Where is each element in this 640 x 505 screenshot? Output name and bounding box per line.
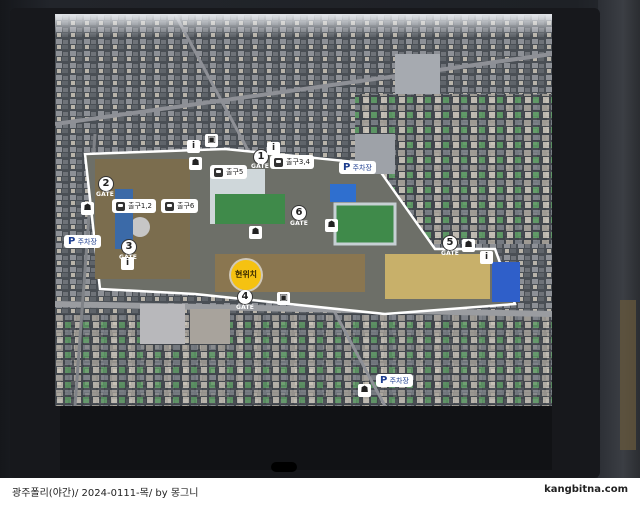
info-icon: i (187, 140, 200, 153)
exit-6-label: 출구6 (177, 202, 195, 210)
caption-text: 광주폴리(야간)/ 2024-0111-목/ by 몽그니 (12, 488, 199, 499)
map-screen: 1 GATE 2 GATE 3 GATE 4 GATE 5 GATE 6 GAT… (55, 14, 552, 406)
toilet-icon: ☗ (462, 239, 475, 252)
wall-strip (620, 300, 636, 450)
kiosk-bottom-panel (60, 406, 552, 470)
toilet-icon: ☗ (81, 202, 94, 215)
sports-field (385, 254, 490, 299)
toilet-icon: ☗ (249, 226, 262, 239)
toilet-icon: ☗ (358, 384, 371, 397)
gate-4-marker: 4 (237, 289, 253, 305)
gate-1-label: GATE (251, 163, 270, 170)
parking-label-top: 주차장 (352, 164, 372, 172)
parking-sign-bottom: P 주차장 (376, 374, 413, 387)
gate-4-label: GATE (236, 304, 255, 311)
parking-icon: P (68, 236, 76, 247)
building-green-roof (215, 194, 285, 224)
info-icon: i (267, 142, 280, 155)
building-south (190, 309, 230, 344)
info-icon: i (121, 257, 134, 270)
caption-bar: 광주폴리(야간)/ 2024-0111-목/ by 몽그니 kangbitna.… (0, 478, 640, 505)
parking-icon: P (380, 375, 388, 386)
parking-icon: P (343, 162, 351, 173)
bus-icon (274, 157, 283, 167)
building-sw (140, 304, 185, 344)
building-east-garden (333, 202, 397, 246)
gate-2-label: GATE (96, 191, 115, 198)
tower-north (395, 54, 440, 94)
exit-5-label: 출구5 (226, 168, 244, 176)
toilet-icon: ☗ (189, 157, 202, 170)
bus-icon (116, 201, 125, 211)
screen-glare (55, 14, 552, 36)
gate-5-marker: 5 (442, 235, 458, 251)
bus-icon (214, 167, 223, 177)
exit-12-label: 출구1,2 (128, 202, 153, 210)
gate-2-marker: 2 (98, 176, 114, 192)
solar-panel (492, 262, 520, 302)
parking-sign-left: P 주차장 (64, 235, 101, 248)
gate-6-label: GATE (290, 220, 309, 227)
pool-building (330, 184, 356, 202)
parking-label-bottom: 주차장 (389, 377, 409, 385)
exit-5-sign: 출구5 (210, 165, 248, 179)
bus-icon (165, 201, 174, 211)
exit-34-label: 출구3,4 (286, 158, 311, 166)
gate-6-marker: 6 (291, 205, 307, 221)
parking-label-left: 주차장 (77, 238, 97, 246)
right-wall (598, 0, 640, 478)
photo: 1 GATE 2 GATE 3 GATE 4 GATE 5 GATE 6 GAT… (0, 0, 640, 478)
gate-5-label: GATE (441, 250, 460, 257)
bus-icon: ▣ (205, 134, 218, 147)
caption-site: kangbitna.com (544, 484, 628, 495)
city-blocks-south (55, 314, 552, 406)
you-are-here-marker: 현위치 (231, 260, 261, 290)
bus-icon: ▣ (277, 292, 290, 305)
exit-6-sign: 출구6 (161, 199, 199, 213)
exit-34-sign: 출구3,4 (270, 155, 315, 169)
toilet-icon: ☗ (325, 219, 338, 232)
info-icon: i (480, 251, 493, 264)
parking-sign-top: P 주차장 (339, 161, 376, 174)
kiosk-button (271, 462, 297, 472)
gate-3-marker: 3 (121, 239, 137, 255)
exit-12-sign: 출구1,2 (112, 199, 157, 213)
